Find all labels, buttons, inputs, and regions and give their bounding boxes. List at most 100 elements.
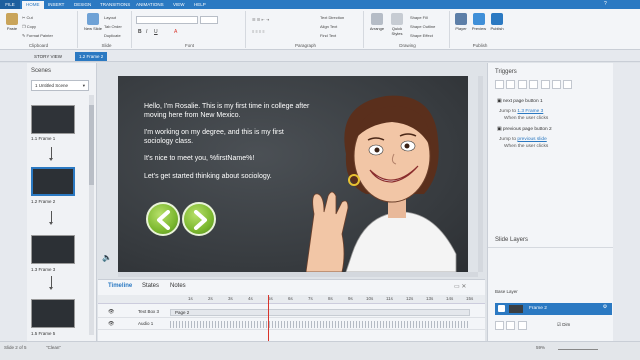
trigger-action[interactable]: Jump to 1.3 Frame 3 xyxy=(499,109,543,114)
trigger-target-link[interactable]: 1.3 Frame 3 xyxy=(517,109,543,114)
trigger-item-title[interactable]: ▣ next page button 1 xyxy=(497,99,543,104)
stage-vertical-scrollbar[interactable] xyxy=(478,76,483,272)
timeline-ruler[interactable]: 1s 2s 3s 4s 5s 6s 7s 8s 9s 10s 11s 12s 1… xyxy=(98,295,485,304)
quick-styles-icon xyxy=(391,13,403,25)
scene-thumb-3[interactable] xyxy=(31,235,75,264)
tab-home[interactable]: HOME xyxy=(22,1,44,9)
tab-order-button[interactable]: Tab Order xyxy=(104,24,122,29)
shape-outline-button[interactable]: Shape Outline xyxy=(410,24,435,29)
gear-icon[interactable]: ⚙ xyxy=(603,305,607,310)
clipboard-group: Paste ✂ Cut ❐ Copy ✎ Format Painter Clip… xyxy=(0,11,78,48)
tab-states[interactable]: States xyxy=(142,283,159,289)
duplicate-button[interactable]: Duplicate xyxy=(104,33,121,38)
tick-label: 12s xyxy=(406,296,414,301)
tab-help[interactable]: HELP xyxy=(190,1,210,9)
italic-button[interactable]: I xyxy=(146,29,147,35)
dim-checkbox[interactable]: ☑ Dim xyxy=(557,322,570,328)
next-page-button[interactable] xyxy=(182,202,216,236)
tab-frame-2[interactable]: 1.2 Frame 2 xyxy=(75,52,108,61)
scene-label-4: 1.5 Frame 5 xyxy=(31,331,56,336)
shape-effect-button[interactable]: Shape Effect xyxy=(410,33,433,38)
paste-icon xyxy=(6,13,18,25)
slide-text-intro[interactable]: Hello, I'm Rosalie. This is my first tim… xyxy=(144,102,314,120)
publish-button[interactable]: Publish xyxy=(488,13,506,37)
scene-thumb-4[interactable] xyxy=(31,299,75,328)
tab-story-view[interactable]: STORY VIEW xyxy=(30,52,66,61)
delete-layer-icon[interactable] xyxy=(517,321,527,330)
new-slide-button[interactable]: New Slide xyxy=(84,13,102,37)
bold-button[interactable]: B xyxy=(138,29,142,35)
text-direction-button[interactable]: Text Direction xyxy=(320,15,344,20)
triggers-title: Triggers xyxy=(495,69,517,75)
timeline-row[interactable]: 👁 Audio 1 xyxy=(98,319,485,330)
align-text-button[interactable]: Align Text xyxy=(320,24,337,29)
checkbox-icon[interactable] xyxy=(498,305,505,312)
tab-design[interactable]: DESIGN xyxy=(70,1,95,9)
scene-selector[interactable]: 1 Untitled Scene ▾ xyxy=(31,80,89,91)
align-icon[interactable]: ≡ ≡ ≡ ≡ xyxy=(252,29,265,34)
tab-file[interactable]: FILE xyxy=(0,0,20,9)
format-painter-button[interactable]: ✎ Format Painter xyxy=(22,33,53,38)
tab-view[interactable]: VIEW xyxy=(169,1,189,9)
minimize-icon[interactable]: ▭ ✕ xyxy=(454,283,466,290)
scene-thumb-2[interactable] xyxy=(31,167,75,196)
audio-waveform[interactable] xyxy=(170,321,470,328)
font-size-select[interactable] xyxy=(200,16,218,24)
duplicate-layer-icon[interactable] xyxy=(506,321,516,330)
copy-trigger-icon[interactable] xyxy=(517,80,527,89)
tab-animations[interactable]: ANIMATIONS xyxy=(132,1,168,9)
quick-styles-button[interactable]: Quick Styles xyxy=(388,13,406,37)
paste-trigger-icon[interactable] xyxy=(529,80,539,89)
edit-trigger-icon[interactable] xyxy=(506,80,516,89)
trigger-title-text: previous page button 2 xyxy=(502,127,552,132)
character-rosalie-illustration[interactable] xyxy=(306,84,466,272)
player-button[interactable]: Player xyxy=(452,13,470,37)
shape-fill-button[interactable]: Shape Fill xyxy=(410,15,428,20)
trigger-item-title[interactable]: ▣ previous page button 2 xyxy=(497,127,552,132)
move-down-icon[interactable] xyxy=(563,80,573,89)
volume-icon[interactable]: 🔈 xyxy=(102,253,112,262)
base-layer-header: Base Layer xyxy=(495,289,518,294)
slide-text-degree[interactable]: I'm working on my degree, and this is my… xyxy=(144,128,314,146)
theme-name: "Clean" xyxy=(46,345,61,350)
layer-row-frame-2[interactable]: Frame 2 ⚙ xyxy=(495,303,612,315)
scenes-scrollbar[interactable] xyxy=(89,95,94,335)
tab-insert[interactable]: INSERT xyxy=(44,1,68,9)
preview-button[interactable]: Preview xyxy=(470,13,488,37)
slide-text-greeting[interactable]: It's nice to meet you, %firstName%! xyxy=(144,154,314,163)
new-trigger-icon[interactable] xyxy=(495,80,504,89)
layout-button[interactable]: Layout xyxy=(104,15,116,20)
move-up-icon[interactable] xyxy=(551,80,561,89)
delete-trigger-icon[interactable] xyxy=(540,80,550,89)
copy-button[interactable]: ❐ Copy xyxy=(22,24,36,29)
zoom-slider[interactable] xyxy=(558,349,598,350)
previous-page-button[interactable] xyxy=(146,202,180,236)
stage-horizontal-scrollbar[interactable] xyxy=(118,272,478,277)
tab-notes[interactable]: Notes xyxy=(170,283,186,289)
font-color-button[interactable]: A xyxy=(174,29,177,35)
bullets-icon[interactable]: ☰ ☰ ⇤ ⇥ xyxy=(252,17,269,22)
timeline-row[interactable]: 👁 Text Box 3 Page 2 xyxy=(98,307,485,318)
slide-text-start[interactable]: Let's get started thinking about sociolo… xyxy=(144,172,314,181)
scene-thumb-1[interactable] xyxy=(31,105,75,134)
trigger-action[interactable]: Jump to previous slide xyxy=(499,137,547,142)
trigger-target-link[interactable]: previous slide xyxy=(517,137,546,142)
timeline-object-bar[interactable]: Page 2 xyxy=(170,309,470,316)
eye-icon[interactable]: 👁 xyxy=(108,309,114,315)
ribbon-tab-bar: FILE HOME INSERT DESIGN TRANSITIONS ANIM… xyxy=(0,0,640,9)
timeline-panel: Timeline States Notes ▭ ✕ 1s 2s 3s 4s 5s… xyxy=(98,279,485,342)
font-family-select[interactable] xyxy=(136,16,198,24)
find-text-button[interactable]: Find Text xyxy=(320,33,336,38)
cut-button[interactable]: ✂ Cut xyxy=(22,15,33,20)
help-icon[interactable]: ? xyxy=(604,1,607,7)
new-layer-icon[interactable] xyxy=(495,321,504,330)
scenes-scroll-thumb[interactable] xyxy=(89,105,94,185)
slide-canvas[interactable]: Hello, I'm Rosalie. This is my first tim… xyxy=(118,76,468,272)
tab-transitions[interactable]: TRANSITIONS xyxy=(96,1,134,9)
arrange-button[interactable]: Arrange xyxy=(368,13,386,37)
underline-button[interactable]: U xyxy=(154,29,158,35)
playhead[interactable] xyxy=(268,295,269,342)
eye-icon[interactable]: 👁 xyxy=(108,321,114,327)
paste-button[interactable]: Paste xyxy=(3,13,21,37)
tab-timeline[interactable]: Timeline xyxy=(108,283,132,289)
